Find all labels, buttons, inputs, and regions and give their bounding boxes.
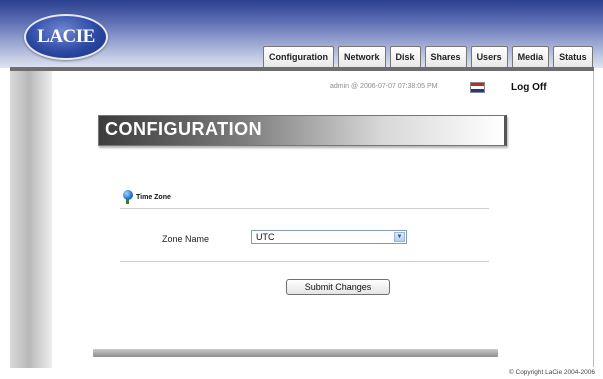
divider xyxy=(120,261,489,262)
logo-text: LACIE xyxy=(37,26,95,47)
page-title: CONFIGURATION xyxy=(105,119,263,139)
section-banner: CONFIGURATION xyxy=(98,115,507,146)
tab-status[interactable]: Status xyxy=(553,46,593,67)
tab-media[interactable]: Media xyxy=(511,46,550,67)
chevron-down-icon[interactable]: ▼ xyxy=(394,232,405,242)
tab-shares[interactable]: Shares xyxy=(424,46,467,67)
pushpin-icon xyxy=(123,190,133,204)
copyright-text: © Copyright LaCie 2004-2006 xyxy=(508,369,595,376)
user-info: admin @ 2006-07-07 07:38:05 PM xyxy=(330,83,438,90)
us-flag-icon[interactable] xyxy=(470,82,485,93)
top-divider xyxy=(10,67,594,71)
zone-name-label: Zone Name xyxy=(162,234,210,244)
submit-changes-button[interactable]: Submit Changes xyxy=(286,279,390,295)
tab-configuration[interactable]: Configuration xyxy=(263,46,334,67)
nav-tabs: Configuration Network Disk Shares Users … xyxy=(263,46,593,67)
logoff-link[interactable]: Log Off xyxy=(511,82,547,93)
content-frame xyxy=(10,67,594,367)
zone-name-select[interactable]: UTC ▼ xyxy=(251,230,407,244)
left-sidebar xyxy=(10,71,52,368)
tab-network[interactable]: Network xyxy=(338,46,386,67)
bottom-bar xyxy=(93,349,498,357)
tab-users[interactable]: Users xyxy=(470,46,508,67)
tab-disk[interactable]: Disk xyxy=(389,46,421,67)
zone-name-value: UTC xyxy=(256,232,275,242)
section-title: Time Zone xyxy=(136,194,171,201)
lacie-logo: LACIE xyxy=(24,14,108,60)
divider xyxy=(120,208,489,209)
